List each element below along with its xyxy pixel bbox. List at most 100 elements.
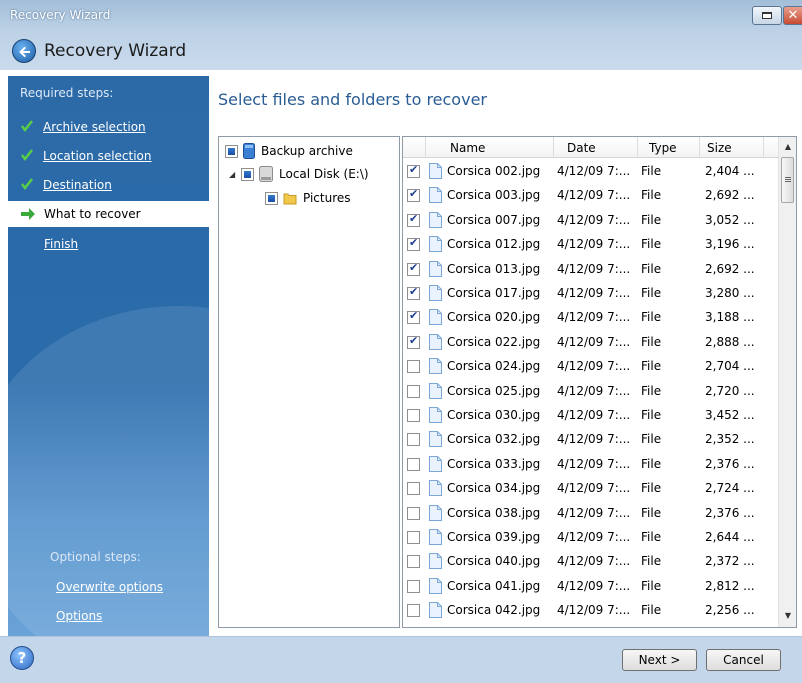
cell-size: 3,188 ... — [705, 310, 755, 325]
cell-size: 3,280 ... — [705, 286, 755, 300]
row-checkbox[interactable] — [407, 285, 420, 300]
cell-date: 4/12/09 7:... — [557, 261, 631, 276]
row-checkbox[interactable] — [407, 261, 420, 276]
minimize-button[interactable] — [752, 6, 782, 25]
arrow-right-icon — [21, 208, 35, 220]
column-header-type[interactable]: Type — [649, 141, 677, 155]
row-checkbox[interactable] — [407, 163, 420, 178]
table-row[interactable]: Corsica 013.jpg 4/12/09 7:... File 2,692 ..… — [403, 257, 778, 281]
page-title: Select files and folders to recover — [218, 90, 487, 109]
back-button[interactable] — [12, 39, 36, 63]
cell-name: Corsica 022.jpg — [447, 334, 541, 349]
close-button[interactable]: ✕ — [783, 6, 802, 25]
table-row[interactable]: Corsica 012.jpg 4/12/09 7:... File 3,196 ..… — [403, 232, 778, 256]
vertical-scrollbar[interactable]: ▲ ▼ — [778, 137, 796, 627]
row-checkbox[interactable] — [407, 506, 420, 520]
scroll-thumb[interactable] — [781, 157, 794, 203]
row-checkbox[interactable] — [407, 604, 420, 618]
step-label: Destination — [43, 178, 112, 192]
table-row[interactable]: Corsica 020.jpg 4/12/09 7:... File 3,188 ..… — [403, 305, 778, 329]
tree-checkbox[interactable] — [265, 191, 278, 205]
archive-icon — [243, 143, 255, 159]
cell-type: File — [641, 164, 662, 178]
file-icon — [429, 577, 442, 594]
file-icon — [429, 187, 442, 204]
table-row[interactable]: Corsica 002.jpg 4/12/09 7:... File 2,404 ..… — [403, 159, 778, 183]
row-checkbox[interactable] — [407, 555, 420, 569]
file-icon — [429, 480, 442, 497]
tree-node-pictures[interactable]: Pictures — [265, 189, 351, 207]
file-icon — [429, 163, 442, 179]
row-checkbox[interactable] — [407, 334, 420, 349]
cell-date: 4/12/09 7:... — [557, 383, 631, 398]
cell-size: 2,376 ... — [705, 505, 755, 520]
row-checkbox[interactable] — [407, 384, 420, 398]
overwrite-options-link[interactable]: Overwrite options — [56, 580, 163, 594]
row-checkbox[interactable] — [407, 309, 420, 325]
cell-size: 2,812 ... — [705, 578, 755, 593]
file-icon — [429, 602, 442, 619]
file-icon — [429, 431, 442, 448]
options-link[interactable]: Options — [56, 609, 102, 623]
table-row[interactable]: Corsica 034.jpg 4/12/09 7:... File 2,724 ..… — [403, 476, 778, 500]
table-row[interactable]: Corsica 003.jpg 4/12/09 7:... File 2,692 ..… — [403, 183, 778, 207]
table-row[interactable]: Corsica 032.jpg 4/12/09 7:... File 2,352 ..… — [403, 427, 778, 451]
help-button[interactable]: ? — [10, 646, 34, 670]
step-archive-selection[interactable]: Archive selection — [8, 114, 209, 140]
table-row[interactable]: Corsica 038.jpg 4/12/09 7:... File 2,376 ..… — [403, 501, 778, 525]
cell-type: File — [641, 578, 662, 593]
next-button[interactable]: Next > — [622, 649, 697, 671]
column-header-date[interactable]: Date — [567, 141, 596, 155]
row-checkbox[interactable] — [407, 457, 420, 471]
table-row[interactable]: Corsica 025.jpg 4/12/09 7:... File 2,720 ..… — [403, 379, 778, 403]
table-row[interactable]: Corsica 040.jpg 4/12/09 7:... File 2,372 ..… — [403, 549, 778, 573]
table-row[interactable]: Corsica 042.jpg 4/12/09 7:... File 2,256 ..… — [403, 598, 778, 622]
table-row[interactable]: Corsica 033.jpg 4/12/09 7:... File 2,376 ..… — [403, 452, 778, 476]
file-icon — [429, 309, 442, 326]
table-row[interactable]: Corsica 024.jpg 4/12/09 7:... File 2,704 ..… — [403, 354, 778, 378]
tree-label: Pictures — [303, 191, 351, 205]
cancel-button[interactable]: Cancel — [706, 649, 781, 671]
cell-size: 2,376 ... — [705, 456, 755, 471]
table-row[interactable]: Corsica 007.jpg 4/12/09 7:... File 3,052 ..… — [403, 208, 778, 232]
cell-name: Corsica 041.jpg — [447, 578, 541, 593]
row-checkbox[interactable] — [407, 531, 420, 544]
expand-arrow-icon[interactable]: ◢ — [229, 170, 239, 179]
row-checkbox[interactable] — [407, 579, 420, 593]
step-destination[interactable]: Destination — [8, 172, 209, 198]
cell-date: 4/12/09 7:... — [557, 286, 631, 300]
row-checkbox[interactable] — [407, 482, 420, 496]
cell-type: File — [641, 408, 662, 422]
row-checkbox[interactable] — [407, 360, 420, 374]
row-checkbox[interactable] — [407, 212, 420, 227]
table-row[interactable]: Corsica 022.jpg 4/12/09 7:... File 2,888 ..… — [403, 330, 778, 354]
file-list: Name Date Type Size Corsica 002.jpg 4/12/… — [402, 136, 797, 628]
step-what-to-recover[interactable]: What to recover — [8, 201, 209, 227]
wizard-sidebar: Required steps: Archive selection Locati… — [8, 76, 209, 636]
table-row[interactable]: Corsica 039.jpg 4/12/09 7:... File 2,644 ..… — [403, 525, 778, 549]
tree-node-local-disk[interactable]: ◢ Local Disk (E:\) — [229, 165, 369, 183]
tree-node-backup-archive[interactable]: Backup archive — [225, 142, 353, 160]
cell-size: 2,372 ... — [705, 554, 755, 569]
column-header-size[interactable]: Size — [707, 141, 732, 155]
table-row[interactable]: Corsica 030.jpg 4/12/09 7:... File 3,452 ..… — [403, 403, 778, 427]
tree-checkbox[interactable] — [225, 144, 238, 158]
row-checkbox[interactable] — [407, 433, 420, 447]
step-location-selection[interactable]: Location selection — [8, 143, 209, 169]
step-finish[interactable]: Finish — [8, 231, 209, 257]
cell-date: 4/12/09 7:... — [557, 188, 631, 203]
column-header-name[interactable]: Name — [450, 141, 485, 155]
row-checkbox[interactable] — [407, 409, 420, 422]
cell-type: File — [641, 212, 662, 227]
row-checkbox[interactable] — [407, 236, 420, 252]
scroll-up-icon[interactable]: ▲ — [779, 138, 796, 156]
table-row[interactable]: Corsica 041.jpg 4/12/09 7:... File 2,812 ..… — [403, 574, 778, 598]
table-row[interactable]: Corsica 048.jpg4/12/09 7:...File2,248 ..… — [403, 623, 778, 627]
tree-checkbox[interactable] — [241, 167, 254, 181]
table-row[interactable]: Corsica 017.jpg 4/12/09 7:... File 3,280 ..… — [403, 281, 778, 305]
row-checkbox[interactable] — [407, 187, 420, 203]
optional-steps-label: Optional steps: — [50, 550, 141, 564]
scroll-down-icon[interactable]: ▼ — [779, 607, 796, 625]
cell-date: 4/12/09 7:... — [557, 334, 631, 349]
cell-date: 4/12/09 7:... — [557, 164, 631, 178]
